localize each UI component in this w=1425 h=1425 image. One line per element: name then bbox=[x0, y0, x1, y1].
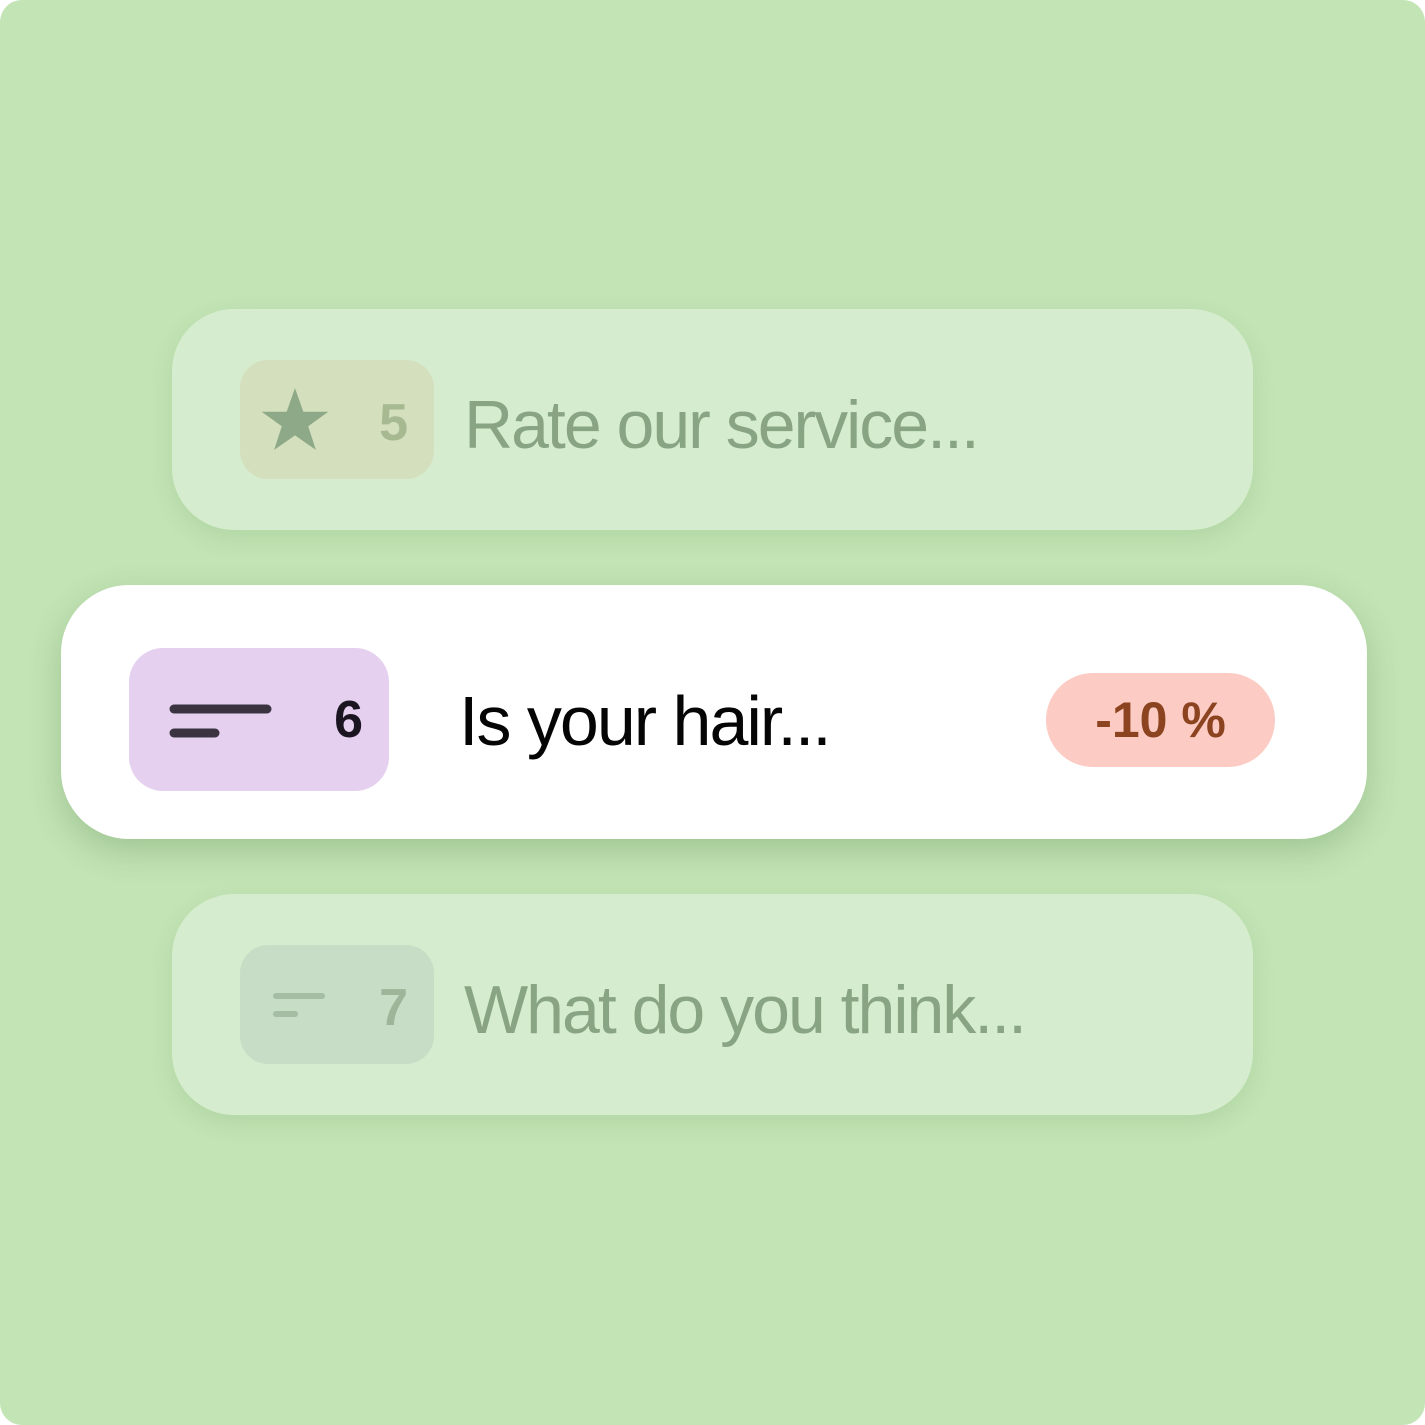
question-text: What do you think... bbox=[464, 972, 1027, 1048]
star-icon bbox=[261, 388, 329, 450]
question-card-what-think[interactable]: 7 What do you think... bbox=[172, 894, 1253, 1115]
question-type-tag: 5 bbox=[240, 360, 434, 479]
text-lines-icon bbox=[273, 993, 325, 1017]
question-text: Rate our service... bbox=[464, 387, 980, 463]
question-number: 7 bbox=[379, 979, 408, 1037]
discount-badge: -10 % bbox=[1046, 673, 1275, 767]
question-type-tag: 6 bbox=[129, 648, 389, 791]
question-type-tag: 7 bbox=[240, 945, 434, 1064]
question-number: 6 bbox=[334, 691, 363, 749]
question-number: 5 bbox=[379, 394, 408, 452]
question-text: Is your hair... bbox=[459, 682, 832, 760]
text-lines-icon bbox=[169, 704, 272, 738]
question-card-rate-service[interactable]: 5 Rate our service... bbox=[172, 309, 1253, 530]
question-list-canvas: 5 Rate our service... 6 Is your hair... … bbox=[0, 0, 1425, 1425]
question-card-active[interactable]: 6 Is your hair... -10 % bbox=[61, 585, 1367, 839]
